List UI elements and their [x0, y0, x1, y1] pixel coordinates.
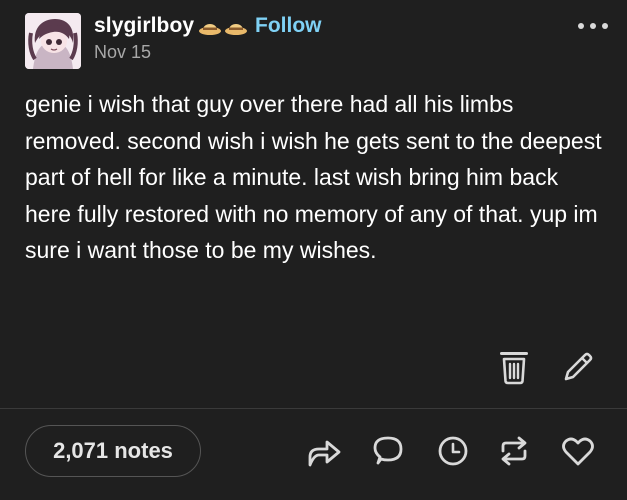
follow-button[interactable]: Follow	[255, 14, 322, 38]
pencil-icon[interactable]	[560, 349, 596, 385]
divider	[0, 408, 627, 409]
more-dots-icon[interactable]	[576, 14, 610, 38]
hat-badge-icon	[199, 24, 221, 35]
notes-button[interactable]: 2,071 notes	[25, 425, 201, 477]
post-body: genie i wish that guy over there had all…	[25, 91, 602, 263]
heart-icon[interactable]	[559, 432, 597, 470]
reply-bubble-icon[interactable]	[369, 432, 407, 470]
share-arrow-icon[interactable]	[305, 432, 343, 470]
reblog-icon[interactable]	[495, 432, 533, 470]
trash-icon[interactable]	[497, 349, 531, 385]
avatar[interactable]	[25, 13, 81, 69]
post-card: slygirlboy Follow Nov 15 genie i wish th…	[0, 0, 627, 500]
blog-name[interactable]: slygirlboy	[94, 14, 194, 38]
hat-badge-icon	[225, 24, 247, 35]
post-date[interactable]: Nov 15	[94, 42, 151, 63]
badge-list	[198, 17, 248, 37]
clock-icon[interactable]	[434, 432, 472, 470]
